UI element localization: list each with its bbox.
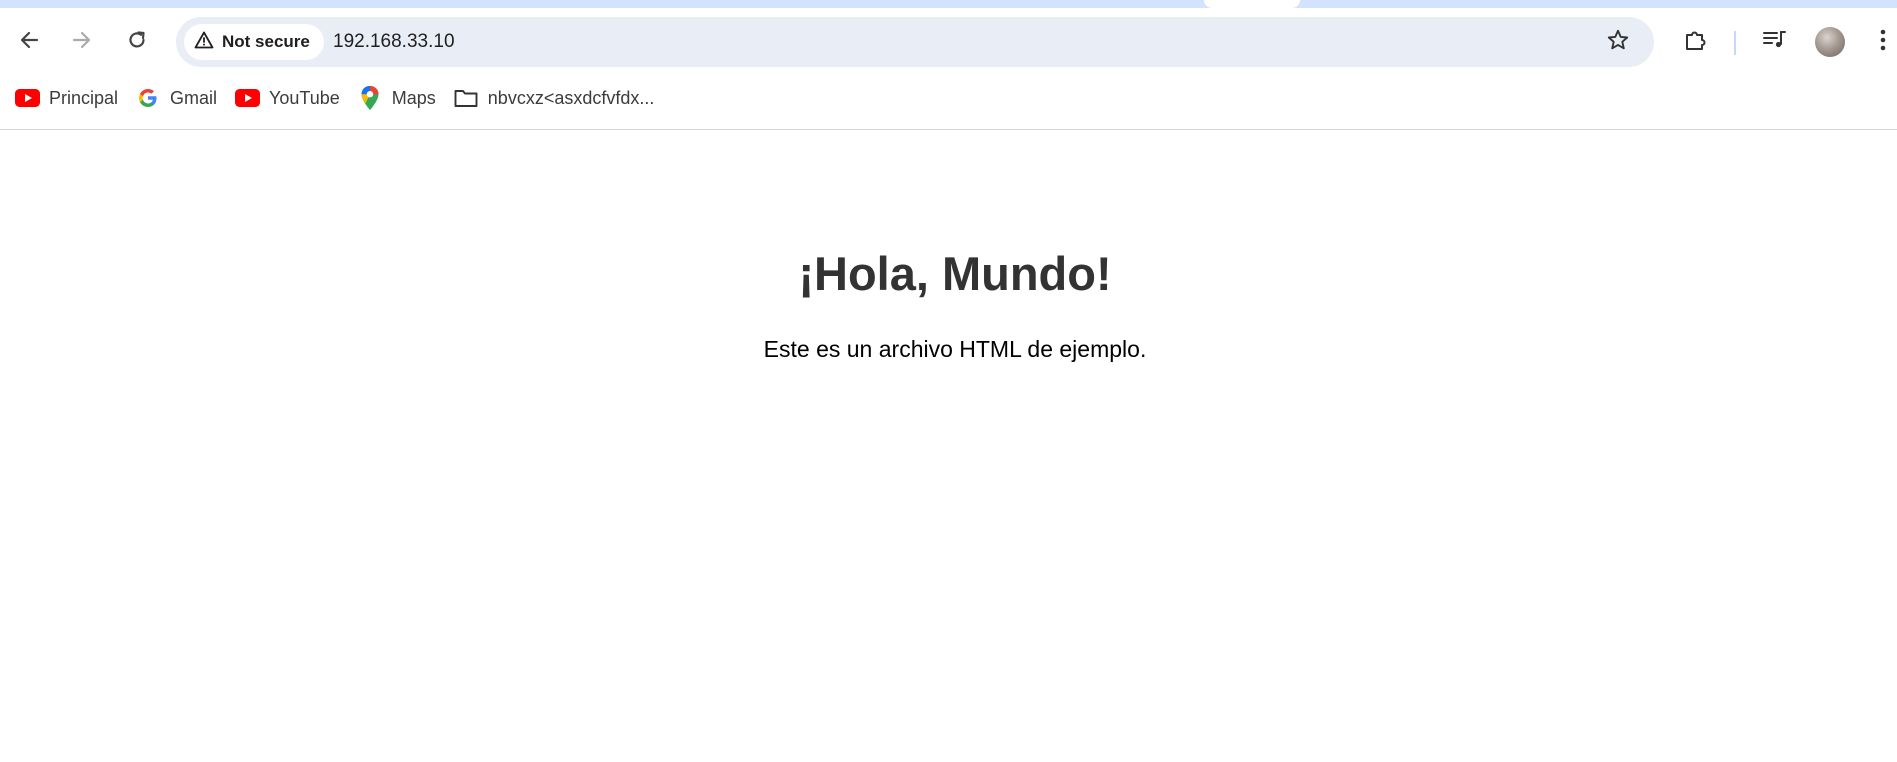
- media-queue-button[interactable]: [1755, 22, 1795, 62]
- security-chip[interactable]: Not secure: [184, 24, 324, 60]
- page-paragraph: Este es un archivo HTML de ejemplo.: [763, 336, 1147, 362]
- star-icon: [1606, 28, 1630, 57]
- maps-pin-icon: [357, 85, 383, 111]
- kebab-menu-icon: [1879, 28, 1887, 57]
- tab-strip: [0, 0, 1897, 8]
- bookmark-label: nbvcxz<asxdcfvfdx...: [487, 87, 655, 108]
- youtube-icon: [234, 85, 260, 111]
- page-content: ¡Hola, Mundo! Este es un archivo HTML de…: [0, 130, 1897, 762]
- youtube-icon: [14, 85, 40, 111]
- browser-menu-button[interactable]: [1863, 22, 1897, 62]
- security-label: Not secure: [222, 32, 310, 51]
- bookmark-maps[interactable]: Maps: [353, 81, 449, 115]
- bookmark-label: YouTube: [269, 87, 340, 108]
- url-text[interactable]: 192.168.33.10: [333, 31, 455, 53]
- browser-toolbar: Not secure 192.168.33.10: [0, 14, 1897, 70]
- forward-button[interactable]: [62, 22, 102, 62]
- browser-chrome: Not secure 192.168.33.10 Principal Gmail…: [0, 0, 1897, 130]
- profile-button[interactable]: [1810, 22, 1850, 62]
- reload-button[interactable]: [117, 22, 157, 62]
- extensions-button[interactable]: [1676, 22, 1716, 62]
- bookmark-gmail[interactable]: Gmail: [131, 81, 230, 115]
- bookmarks-bar: Principal Gmail YouTube Maps nbvcxz<asxd…: [0, 80, 667, 116]
- back-button[interactable]: [9, 22, 49, 62]
- active-tab[interactable]: [1204, 0, 1300, 8]
- reload-icon: [126, 29, 148, 56]
- bookmark-label: Maps: [391, 87, 436, 108]
- bookmark-star-button[interactable]: [1600, 24, 1636, 60]
- bookmark-youtube[interactable]: YouTube: [230, 81, 353, 115]
- warning-triangle-icon: [194, 31, 214, 54]
- bookmark-folder[interactable]: nbvcxz<asxdcfvfdx...: [449, 81, 668, 115]
- bookmark-principal[interactable]: Principal: [10, 81, 131, 115]
- bookmark-label: Gmail: [170, 87, 218, 108]
- bookmark-label: Principal: [49, 87, 119, 108]
- toolbar-separator: [1734, 31, 1736, 55]
- page-heading: ¡Hola, Mundo!: [798, 247, 1112, 300]
- media-queue-icon: [1762, 29, 1788, 56]
- back-arrow-icon: [18, 29, 40, 56]
- address-bar[interactable]: Not secure 192.168.33.10: [176, 17, 1654, 67]
- avatar: [1815, 27, 1845, 57]
- folder-icon: [453, 85, 479, 111]
- google-icon: [135, 85, 161, 111]
- puzzle-icon: [1683, 27, 1709, 58]
- forward-arrow-icon: [71, 29, 93, 56]
